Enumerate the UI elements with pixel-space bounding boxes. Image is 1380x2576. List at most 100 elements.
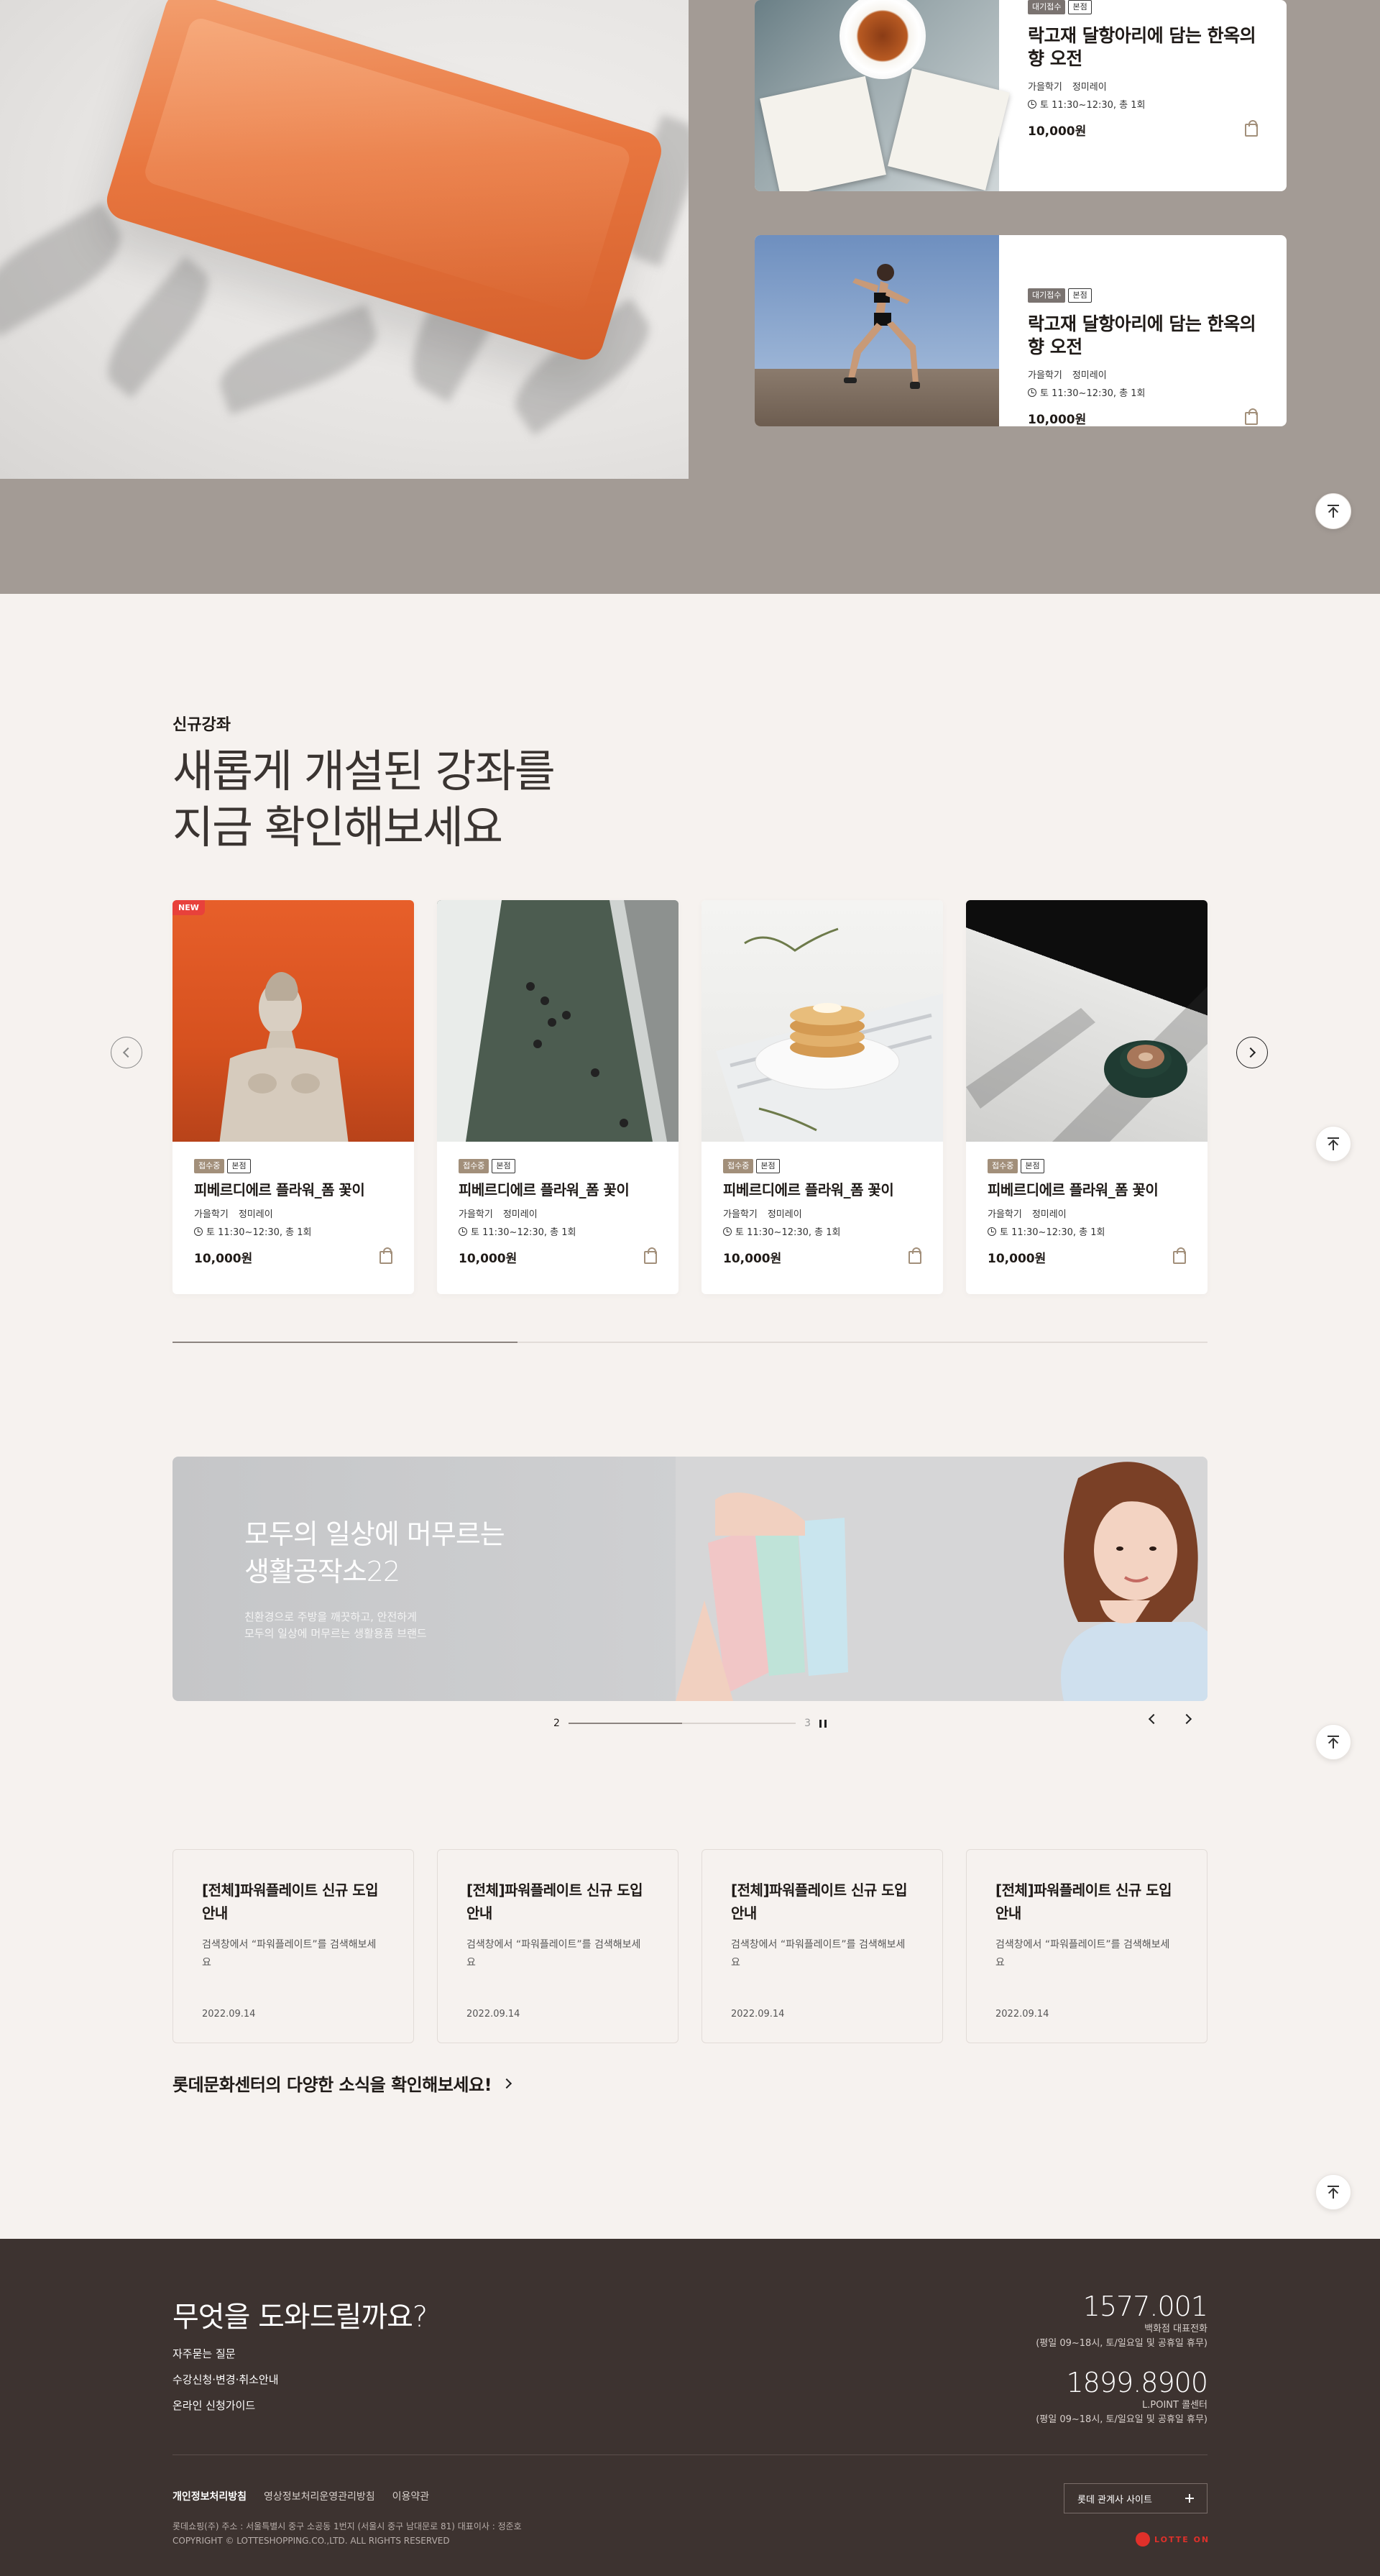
course-title[interactable]: 피베르디에르 플라워_폼 꽃이 xyxy=(988,1181,1186,1199)
banner-prev-button[interactable] xyxy=(1148,1713,1159,1725)
model-image xyxy=(676,1457,1208,1701)
runner-image xyxy=(844,264,920,389)
help-link[interactable]: 수강신청·변경·취소안내 xyxy=(172,2367,279,2393)
pancake-image xyxy=(716,927,943,1142)
plus-icon xyxy=(1185,2494,1194,2503)
banner-next-button[interactable] xyxy=(1181,1713,1192,1725)
promo-banner[interactable]: 모두의 일상에 머무르는 생활공작소22 친환경으로 주방을 깨끗하고, 안전하… xyxy=(172,1457,1208,1701)
shopping-bag-icon[interactable] xyxy=(908,1247,921,1264)
notice-card[interactable]: [전체]파워플레이트 신규 도입 안내 검색창에서 “파워플레이트”를 검색해보… xyxy=(437,1849,678,2043)
banner-current-page: 2 xyxy=(553,1718,560,1729)
course-time: 토 11:30~12:30, 총 1회 xyxy=(1000,1227,1105,1238)
shopping-bag-icon[interactable] xyxy=(1173,1247,1186,1264)
carousel-prev-button[interactable] xyxy=(111,1037,142,1068)
notice-title: [전체]파워플레이트 신규 도입 안내 xyxy=(202,1881,379,1922)
scroll-to-top-button[interactable] xyxy=(1315,2174,1351,2210)
chevron-left-icon xyxy=(122,1047,134,1058)
phone-number: 1899.8900 xyxy=(1066,2367,1208,2398)
course-title[interactable]: 피베르디에르 플라워_폼 꽃이 xyxy=(194,1181,392,1199)
course-title[interactable]: 피베르디에르 플라워_폼 꽃이 xyxy=(459,1181,657,1199)
footer: 무엇을 도와드릴까요? 자주묻는 질문 수강신청·변경·취소안내 온라인 신청가… xyxy=(0,2239,1380,2576)
course-thumbnail xyxy=(437,900,678,1142)
coffee-image xyxy=(966,986,1208,1142)
help-link[interactable]: 자주묻는 질문 xyxy=(172,2341,279,2367)
phone-hours: (평일 09~18시, 토/일요일 및 공휴일 휴무) xyxy=(1036,2338,1208,2349)
notice-desc: 검색창에서 “파워플레이트”를 검색해보세요 xyxy=(202,1939,377,1968)
leaf-shadow xyxy=(0,202,135,337)
arrow-up-icon xyxy=(1328,1736,1339,1748)
shopping-bag-icon[interactable] xyxy=(1245,119,1258,137)
company-address: 롯데쇼핑(주) 주소 : 서울특별시 중구 소공동 1번지 (서울시 중구 남대… xyxy=(172,2521,522,2531)
phone-label: 백화점 대표전화 xyxy=(1144,2324,1208,2334)
branch-badge: 본점 xyxy=(227,1159,251,1173)
scroll-to-top-button[interactable] xyxy=(1315,1724,1351,1760)
copyright: COPYRIGHT © LOTTESHOPPING.CO.,LTD. ALL R… xyxy=(172,2536,450,2546)
section-headline: 새롭게 개설된 강좌를 지금 확인해보세요 xyxy=(172,743,556,856)
carousel-next-button[interactable] xyxy=(1236,1037,1268,1068)
course-term: 가을학기 xyxy=(988,1209,1022,1220)
scroll-to-top-button[interactable] xyxy=(1315,493,1351,529)
course-title[interactable]: 피베르디에르 플라워_폼 꽃이 xyxy=(723,1181,921,1199)
company-info: 롯데쇼핑(주) 주소 : 서울특별시 중구 소공동 1번지 (서울시 중구 남대… xyxy=(172,2519,522,2548)
scroll-to-top-button[interactable] xyxy=(1315,1126,1351,1162)
featured-hero-image[interactable] xyxy=(0,0,689,479)
course-thumbnail xyxy=(172,900,414,1142)
new-course-card[interactable]: NEW 접수중 본점 피베르디에르 플라워_폼 꽃이 가을학기 정미레이 토 11:… xyxy=(172,900,414,1294)
arrow-up-icon xyxy=(1328,1137,1339,1150)
featured-course-card[interactable]: 대기접수 본점 락고재 달항아리에 담는 한옥의 향 오전 가을학기 정미레이 토… xyxy=(755,0,1287,191)
course-price: 10,000원 xyxy=(1028,124,1087,139)
new-course-card[interactable]: 접수중 본점 피베르디에르 플라워_폼 꽃이 가을학기 정미레이 토 11:30~1… xyxy=(702,900,943,1294)
new-course-card[interactable]: 접수중 본점 피베르디에르 플라워_폼 꽃이 가을학기 정미레이 토 11:30~1… xyxy=(437,900,678,1294)
notice-card[interactable]: [전체]파워플레이트 신규 도입 안내 검색창에서 “파워플레이트”를 검색해보… xyxy=(702,1849,943,2043)
new-course-card[interactable]: 접수중 본점 피베르디에르 플라워_폼 꽃이 가을학기 정미레이 토 11:30~1… xyxy=(966,900,1208,1294)
shopping-bag-icon[interactable] xyxy=(380,1247,392,1264)
course-time: 토 11:30~12:30, 총 1회 xyxy=(471,1227,576,1238)
affiliate-sites-dropdown[interactable]: 롯데 관계사 사이트 xyxy=(1064,2483,1208,2513)
news-link[interactable]: 롯데문화센터의 다양한 소식을 확인해보세요! xyxy=(172,2071,512,2096)
shopping-bag-icon[interactable] xyxy=(644,1247,657,1264)
clock-icon xyxy=(459,1227,467,1236)
book-image xyxy=(888,68,1010,191)
help-title: 무엇을 도와드릴까요? xyxy=(172,2301,428,2334)
notice-title: [전체]파워플레이트 신규 도입 안내 xyxy=(731,1881,908,1922)
logo-text: LOTTE ON xyxy=(1154,2534,1210,2544)
help-link[interactable]: 온라인 신청가이드 xyxy=(172,2393,279,2419)
news-link-label: 롯데문화센터의 다양한 소식을 확인해보세요! xyxy=(172,2075,492,2095)
headline-line: 새롭게 개설된 강좌를 xyxy=(172,745,556,797)
leaf-shadow xyxy=(211,304,386,415)
notice-card[interactable]: [전체]파워플레이트 신규 도입 안내 검색창에서 “파워플레이트”를 검색해보… xyxy=(966,1849,1208,2043)
featured-course-card[interactable]: 대기접수 본점 락고재 달항아리에 담는 한옥의 향 오전 가을학기 정미레이 토… xyxy=(755,235,1287,426)
notice-card[interactable]: [전체]파워플레이트 신규 도입 안내 검색창에서 “파워플레이트”를 검색해보… xyxy=(172,1849,414,2043)
book-image xyxy=(760,75,886,191)
pause-icon[interactable] xyxy=(819,1719,827,1728)
course-price: 10,000원 xyxy=(723,1252,782,1266)
notice-desc: 검색창에서 “파워플레이트”를 검색해보세요 xyxy=(995,1939,1170,1968)
headline-line: 지금 확인해보세요 xyxy=(172,801,503,853)
shopping-bag-icon[interactable] xyxy=(1245,408,1258,425)
clock-icon xyxy=(988,1227,996,1236)
course-title[interactable]: 락고재 달항아리에 담는 한옥의 향 오전 xyxy=(1028,313,1258,359)
course-price: 10,000원 xyxy=(194,1252,253,1266)
course-thumbnail xyxy=(755,235,999,426)
course-price: 10,000원 xyxy=(1028,413,1087,426)
hall-image xyxy=(437,900,678,1142)
phone-block: 1577.001 백화점 대표전화 (평일 09~18시, 토/일요일 및 공휴… xyxy=(1036,2291,1208,2351)
phone-label: L.POINT 콜센터 xyxy=(1142,2400,1208,2411)
video-policy-link[interactable]: 영상정보처리운영관리방침 xyxy=(264,2489,375,2503)
clock-icon xyxy=(1028,388,1036,397)
statue-image xyxy=(219,972,349,1142)
clock-icon xyxy=(723,1227,732,1236)
status-badge: 대기접수 xyxy=(1028,0,1066,14)
privacy-policy-link[interactable]: 개인정보처리방침 xyxy=(172,2489,247,2503)
lotte-on-logo[interactable]: LOTTE ON xyxy=(1136,2532,1210,2547)
course-title[interactable]: 락고재 달항아리에 담는 한옥의 향 오전 xyxy=(1028,24,1258,70)
phone-block: 1899.8900 L.POINT 콜센터 (평일 09~18시, 토/일요일 … xyxy=(1036,2367,1208,2427)
carousel-progress xyxy=(172,1342,1208,1343)
footer-links: 개인정보처리방침 영상정보처리운영관리방침 이용약관 xyxy=(172,2489,429,2503)
carousel-progress-fill xyxy=(172,1342,518,1343)
branch-badge: 본점 xyxy=(492,1159,515,1173)
banner-subtitle-line: 모두의 일상에 머무르는 생활용품 브랜드 xyxy=(244,1627,427,1640)
terms-link[interactable]: 이용약관 xyxy=(392,2489,430,2503)
course-time: 토 11:30~12:30, 총 1회 xyxy=(1040,388,1146,399)
featured-section: 대기접수 본점 락고재 달항아리에 담는 한옥의 향 오전 가을학기 정미레이 토… xyxy=(0,0,1380,594)
